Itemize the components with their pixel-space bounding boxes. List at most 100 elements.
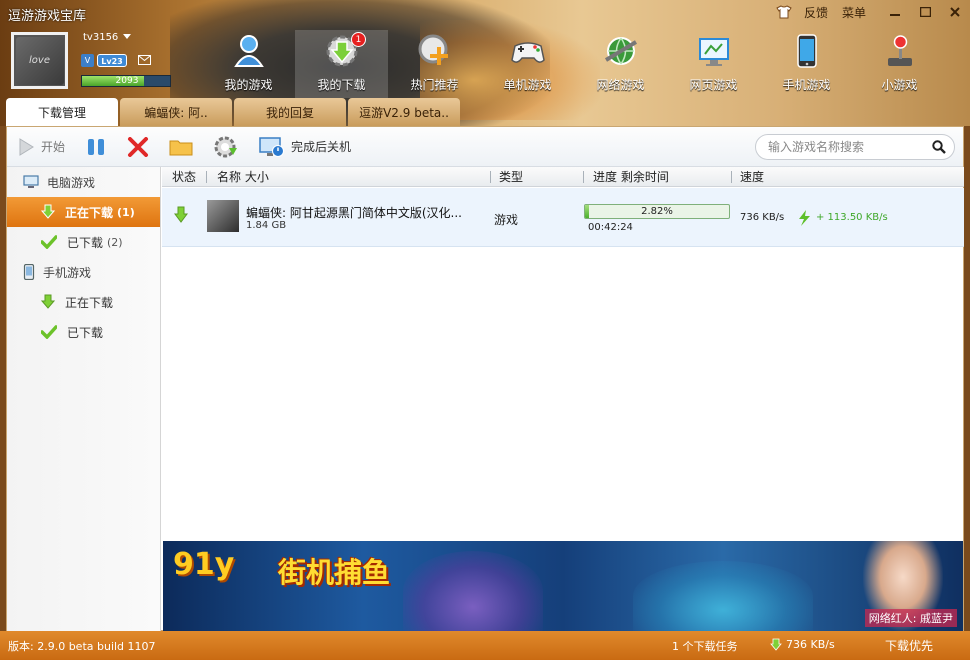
col-type-header[interactable]: 类型 [499,167,523,187]
col-speed-header[interactable]: 速度 [740,167,764,187]
nav-single-player[interactable]: 单机游戏 [481,30,574,98]
sidebar-item-label: 已下载 [67,325,104,340]
nav-web-games[interactable]: 网页游戏 [667,30,760,98]
checkmark-icon [41,325,57,339]
nav-label: 小游戏 [881,78,918,92]
mail-icon[interactable] [138,55,151,65]
sidebar-item-label: 正在下载 [65,205,114,220]
shutdown-after-complete-button[interactable]: 完成后关机 [259,134,351,160]
download-arrow-icon [41,204,55,219]
ad-caption: 网络红人: 戚蓝尹 [864,609,957,627]
lightning-boost-icon[interactable] [796,209,812,227]
search-box [755,134,955,160]
search-input[interactable] [768,140,928,154]
pause-icon [88,138,105,155]
checkmark-icon [41,235,57,249]
folder-icon [169,140,193,155]
downloading-status-icon [174,206,188,223]
nav-my-downloads[interactable]: 1 我的下载 [295,30,388,98]
download-count-badge: 1 [351,32,366,47]
window-controls: 反馈 菜单 [776,0,970,24]
sidebar-item-label: 正在下载 [65,295,114,310]
avatar-image: love [15,36,64,85]
tab-batman[interactable]: 蝙蝠侠: 阿.. [120,98,232,126]
vip-badge: V [81,54,94,67]
minimize-button[interactable] [880,1,910,23]
nav-my-games[interactable]: 我的游戏 [202,30,295,98]
monitor-icon [695,32,733,70]
col-progress-header[interactable]: 进度 剩余时间 [593,167,669,187]
maximize-button[interactable] [910,1,940,23]
nav-mini-games[interactable]: 小游戏 [853,30,946,98]
plus-gear-icon [416,32,454,70]
nav-online[interactable]: 网络游戏 [574,30,667,98]
user-dropdown-icon[interactable] [123,34,131,39]
tab-douyou-beta[interactable]: 逗游V2.9 beta.. [348,98,460,126]
boost-speed: + 113.50 KB/s [816,212,888,223]
sidebar-item-mobile-downloading[interactable]: 正在下载 [7,287,160,317]
sidebar-group-mobile-games[interactable]: 手机游戏 [7,257,160,287]
search-icon[interactable] [932,140,946,154]
username[interactable]: tv3156 [83,32,118,43]
monitor-power-icon [259,136,285,157]
delete-button[interactable] [127,134,149,160]
minimize-icon [890,14,900,16]
shutdown-label: 完成后关机 [291,140,352,154]
task-count: 1 个下载任务 [672,640,738,653]
gear-download-icon [214,136,238,157]
ad-coral-art [633,561,813,631]
col-separator[interactable] [731,171,732,183]
skin-tshirt-icon[interactable] [776,5,792,19]
mobile-phone-icon [23,264,35,280]
nav-label: 网络游戏 [596,78,645,92]
start-label: 开始 [41,140,66,154]
sidebar-item-pc-downloading[interactable]: 正在下载 (1) [7,197,160,227]
open-folder-button[interactable] [169,134,193,160]
tab-bar: 下载管理 蝙蝠侠: 阿.. 我的回复 逗游V2.9 beta.. [6,98,462,126]
col-separator[interactable] [583,171,584,183]
sidebar-item-mobile-downloaded[interactable]: 已下载 [7,317,160,347]
pause-button[interactable] [85,134,107,160]
tab-download-manager[interactable]: 下载管理 [6,98,118,126]
download-list: 状态 名称 大小 类型 进度 剩余时间 速度 蝙蝠侠: 阿甘起源黑门简体中文版(… [162,167,964,632]
game-name: 蝙蝠侠: 阿甘起源黑门简体中文版(汉化... [246,206,462,220]
sidebar-group-pc-games[interactable]: 电脑游戏 [7,167,160,197]
person-icon [230,32,268,70]
close-button[interactable] [940,1,970,23]
xp-value: 2093 [115,76,139,86]
tab-my-replies[interactable]: 我的回复 [234,98,346,126]
table-header: 状态 名称 大小 类型 进度 剩余时间 速度 [162,167,964,187]
nav-label: 我的游戏 [224,78,273,92]
col-status-header[interactable]: 状态 [172,167,196,187]
table-row[interactable]: 蝙蝠侠: 阿甘起源黑门简体中文版(汉化... 1.84 GB 游戏 2.82% … [162,188,964,247]
menu-link[interactable]: 菜单 [842,4,866,21]
close-icon [950,7,960,17]
download-priority-toggle[interactable]: 下载优先 [885,637,933,654]
sidebar-item-pc-downloaded[interactable]: 已下载 (2) [7,227,160,257]
start-button[interactable]: 开始 [17,134,65,160]
download-arrow-icon [770,638,782,651]
avatar[interactable]: love [11,32,68,89]
sidebar-item-count: (1) [117,205,135,219]
game-thumbnail [207,200,239,232]
total-speed: 736 KB/s [786,638,835,651]
nav-mobile-games[interactable]: 手机游戏 [760,30,853,98]
progress-bar: 2.82% [584,204,730,219]
col-name-header[interactable]: 名称 大小 [217,167,269,187]
sidebar-item-count: (2) [107,235,123,249]
feedback-link[interactable]: 反馈 [804,4,828,21]
settings-button[interactable] [213,134,239,160]
app-title: 逗游游戏宝库 [8,9,87,24]
version-text: 版本: 2.9.0 beta build 1107 [8,640,156,653]
nav-label: 网页游戏 [689,78,738,92]
delete-x-icon [128,136,149,157]
nav-hot[interactable]: 热门推荐 [388,30,481,98]
game-type: 游戏 [494,213,519,227]
sidebar-item-label: 已下载 [67,235,104,250]
globe-icon [602,32,640,70]
col-separator[interactable] [206,171,207,183]
remaining-time: 00:42:24 [588,222,633,233]
ad-banner[interactable]: 91y 街机捕鱼 网络红人: 戚蓝尹 [163,541,963,631]
col-separator[interactable] [490,171,491,183]
phone-icon [788,32,826,70]
